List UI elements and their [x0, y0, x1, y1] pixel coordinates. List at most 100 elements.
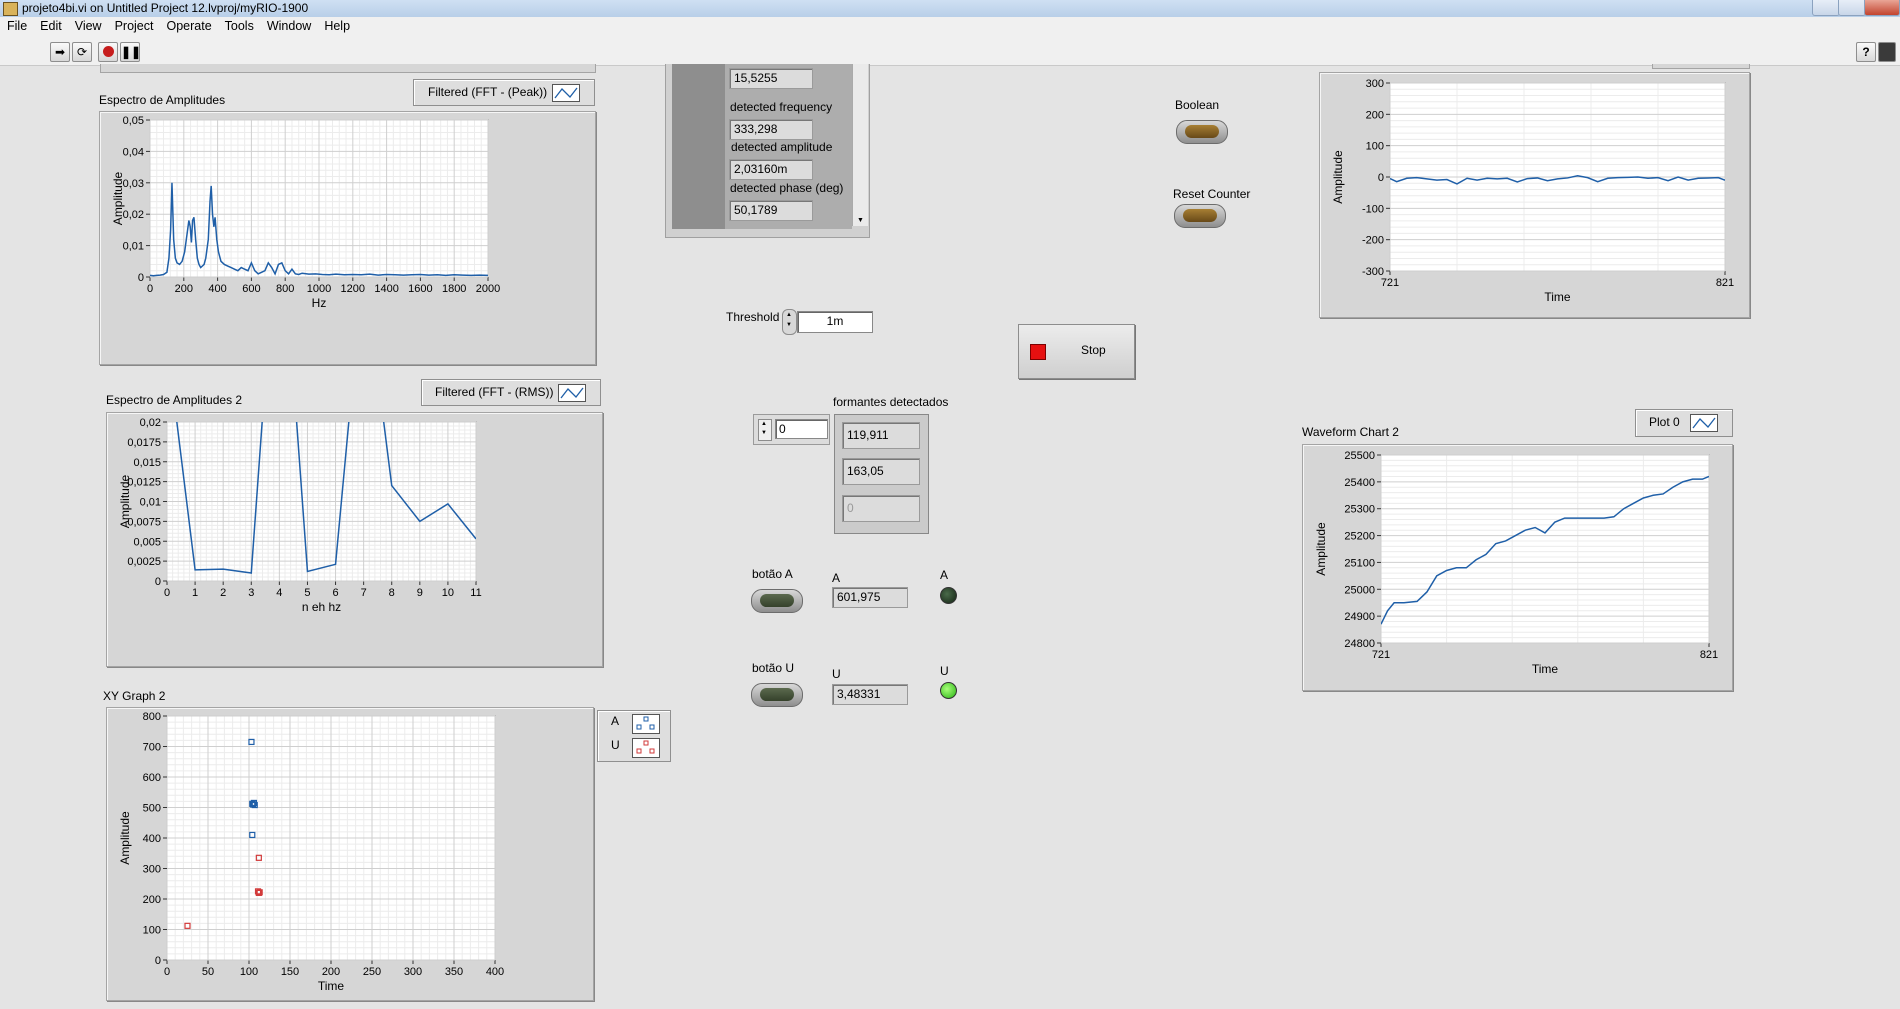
- x-tick-label: 0: [164, 587, 170, 599]
- threshold-stepper[interactable]: ▲ ▼: [782, 309, 797, 335]
- x-tick-label: 0: [164, 966, 170, 978]
- x-tick-label: 1800: [442, 283, 466, 295]
- formante-value: 163,05: [842, 458, 920, 485]
- threshold-input[interactable]: 1m: [797, 311, 873, 333]
- y-tick-label: 24800: [1344, 638, 1375, 650]
- chart2-panel[interactable]: 721 821 24800 24900 25000 25100 25200 25300 2540…: [1302, 444, 1733, 691]
- decrement-icon[interactable]: ▼: [786, 322, 792, 328]
- x-tick-label: 50: [202, 966, 214, 978]
- graph1-panel[interactable]: 0 200 400 600 800 1000 1200 1400 1600 1800 2000 0 0,…: [99, 111, 596, 365]
- graph2-plot[interactable]: 0 1 2 3 4 5 6 7 8 9 10 11 0 0,0025 0,005 0,0075 0,01 0,01…: [107, 413, 602, 666]
- cluster-scrollbar[interactable]: ▼: [852, 64, 868, 226]
- menu-view[interactable]: View: [68, 17, 108, 33]
- y-tick-label: 100: [1366, 141, 1384, 153]
- y-axis-label: Amplitude: [118, 811, 132, 865]
- menu-bar: File Edit View Project Operate Tools Window Hel…: [0, 17, 1900, 37]
- x-tick-label: 100: [240, 966, 258, 978]
- x-tick-label: 10: [442, 587, 454, 599]
- detected-frequency-label: detected frequency: [730, 100, 833, 114]
- x-tick-label: 721: [1381, 277, 1399, 289]
- chevron-down-icon[interactable]: ▼: [857, 217, 864, 224]
- xy-graph-panel[interactable]: 0 50 100 150 200 250 300 350 400 0 100 200 300 400 500…: [106, 707, 594, 1001]
- x-tick-label: 6: [332, 587, 338, 599]
- menu-project[interactable]: Project: [108, 17, 160, 33]
- graph1-legend[interactable]: Filtered (FFT - (Peak)): [413, 79, 595, 106]
- chart1-panel[interactable]: 721 821 -300 -200 -100 0 100 200 300 Time Amplitud…: [1319, 72, 1750, 318]
- formante-value: 119,911: [842, 422, 920, 449]
- formantes-index-control[interactable]: ▲ ▼ 0: [753, 414, 830, 445]
- menu-operate[interactable]: Operate: [159, 17, 217, 33]
- minimize-button[interactable]: [1812, 0, 1840, 16]
- y-tick-label: 0,05: [123, 115, 144, 127]
- y-tick-label: 200: [1366, 109, 1384, 121]
- y-tick-label: 24900: [1344, 611, 1375, 623]
- toolbar: ➡ ⟳ ❚❚ ?: [0, 37, 1900, 66]
- menu-help[interactable]: Help: [317, 17, 356, 33]
- increment-icon[interactable]: ▲: [761, 421, 767, 427]
- x-tick-label: 1000: [307, 283, 331, 295]
- plot-style-icon: [632, 714, 660, 734]
- led-u: [940, 682, 957, 699]
- x-tick-label: 150: [281, 966, 299, 978]
- cut-off-panel: [100, 64, 596, 73]
- y-tick-label: 600: [143, 772, 161, 784]
- graph1-plot[interactable]: 0 200 400 600 800 1000 1200 1400 1600 1800 2000 0 0,…: [100, 112, 595, 364]
- graph2-panel[interactable]: 0 1 2 3 4 5 6 7 8 9 10 11 0 0,0025 0,005 0,0075 0,01 0,01…: [106, 412, 603, 667]
- x-tick-label: 821: [1700, 649, 1718, 661]
- run-arrow-icon[interactable]: ➡: [50, 42, 70, 62]
- y-tick-label: 0: [138, 272, 144, 284]
- y-tick-label: 0,0125: [127, 477, 161, 489]
- stop-button[interactable]: Stop: [1018, 324, 1135, 379]
- y-tick-label: 25200: [1344, 531, 1375, 543]
- menu-tools[interactable]: Tools: [218, 17, 260, 33]
- chart2-plot[interactable]: 721 821 24800 24900 25000 25100 25200 25300 2540…: [1303, 445, 1732, 690]
- indicator-u-value: 3,48331: [832, 684, 908, 705]
- chart1-plot[interactable]: 721 821 -300 -200 -100 0 100 200 300 Time Amplitud…: [1320, 73, 1749, 317]
- close-button[interactable]: [1864, 0, 1900, 16]
- y-axis-label: Amplitude: [111, 172, 125, 226]
- threshold-label: Threshold: [726, 310, 780, 324]
- x-tick-label: 300: [404, 966, 422, 978]
- stop-button-label: Stop: [1081, 343, 1106, 357]
- boolean-toggle[interactable]: [1176, 120, 1228, 144]
- vi-icon: [3, 2, 18, 16]
- pause-icon[interactable]: ❚❚: [120, 42, 141, 62]
- detection-cluster-frame: 15,5255 detected frequency 333,298 detec…: [665, 64, 870, 238]
- help-button[interactable]: ?: [1856, 42, 1876, 62]
- y-tick-label: 200: [143, 894, 161, 906]
- x-tick-label: 3: [248, 587, 254, 599]
- vi-connector-icon: [1878, 42, 1896, 62]
- maximize-button[interactable]: [1838, 0, 1866, 16]
- xy-graph-legend[interactable]: A U: [597, 710, 671, 762]
- graph2-legend[interactable]: Filtered (FFT - (RMS)): [421, 379, 601, 406]
- led-a-label: A: [940, 568, 949, 582]
- x-tick-label: 821: [1716, 277, 1734, 289]
- plot-style-icon: [1690, 414, 1718, 432]
- y-tick-label: 800: [143, 711, 161, 723]
- x-tick-label: 2: [220, 587, 226, 599]
- button-u-toggle[interactable]: [751, 683, 803, 707]
- y-tick-label: 25000: [1344, 584, 1375, 596]
- y-tick-label: 700: [143, 742, 161, 754]
- decrement-icon[interactable]: ▼: [761, 430, 767, 436]
- index-stepper[interactable]: ▲ ▼: [758, 419, 772, 441]
- menu-file[interactable]: File: [0, 17, 33, 33]
- y-tick-label: -100: [1362, 203, 1384, 215]
- x-tick-label: 1200: [341, 283, 365, 295]
- formantes-index-input[interactable]: 0: [775, 419, 828, 439]
- chart2-legend[interactable]: Plot 0: [1635, 409, 1733, 437]
- led-u-label: U: [940, 664, 949, 678]
- menu-edit[interactable]: Edit: [33, 17, 68, 33]
- reset-counter-toggle[interactable]: [1174, 204, 1226, 228]
- x-tick-label: 9: [417, 587, 423, 599]
- cluster-value-0: 15,5255: [729, 68, 813, 89]
- button-a-toggle[interactable]: [751, 589, 803, 613]
- y-tick-label: -300: [1362, 266, 1384, 278]
- abort-icon[interactable]: [98, 42, 118, 62]
- xy-graph-plot[interactable]: 0 50 100 150 200 250 300 350 400 0 100 200 300 400 500…: [107, 708, 593, 1000]
- menu-window[interactable]: Window: [260, 17, 317, 33]
- increment-icon[interactable]: ▲: [786, 312, 792, 318]
- run-continuously-icon[interactable]: ⟳: [72, 42, 92, 62]
- y-tick-label: 25100: [1344, 557, 1375, 569]
- x-tick-label: 250: [363, 966, 381, 978]
